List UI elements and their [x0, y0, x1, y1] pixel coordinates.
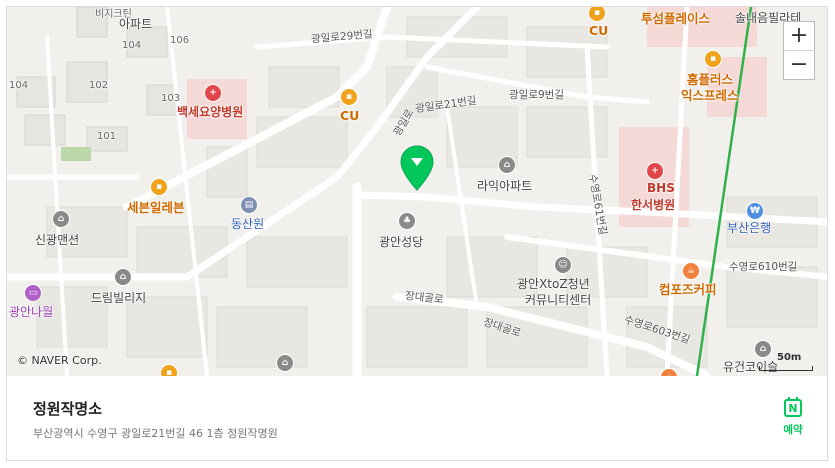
convenience-store-icon[interactable]: ▪ [161, 365, 177, 376]
convenience-store-icon[interactable]: ▪ [151, 179, 167, 195]
poi-raik[interactable]: 라익아파트 [477, 177, 532, 194]
poi-dongsan[interactable]: 동산원 [231, 215, 264, 232]
hospital-icon[interactable]: + [205, 85, 221, 101]
cafe-icon[interactable]: ☕ [683, 263, 699, 279]
map-view[interactable]: 비지크틴 아파트 104 106 104 102 103 101 광일로29번길… [7, 7, 827, 376]
building-101: 101 [97, 131, 117, 142]
place-address: 부산광역시 수영구 광일로21번길 46 1층 정원작명원 [33, 427, 278, 440]
road-label-suyeong610: 수영로610번길 [729, 261, 798, 273]
poi-sebon[interactable]: 세븐일레븐 [127, 197, 185, 216]
hospital-icon[interactable]: + [647, 163, 663, 179]
zoom-out-button[interactable]: − [784, 51, 814, 79]
poi-bhs-1[interactable]: BHS [647, 181, 675, 195]
apt-label: 아파트 [119, 17, 153, 31]
community-icon[interactable]: ☺ [555, 257, 571, 273]
poi-gwangan-church[interactable]: 광안성당 [379, 233, 423, 250]
scale-bar [759, 366, 813, 371]
zoom-in-button[interactable]: + [784, 22, 814, 50]
poi-homeplus-2[interactable]: 익스프레스 [681, 85, 739, 104]
bank-icon[interactable]: ₩ [747, 203, 763, 219]
poi-baekse[interactable]: 백세요양병원 [177, 103, 243, 120]
apartment-icon[interactable]: ⌂ [115, 269, 131, 285]
poi-cu-2[interactable]: CU [589, 23, 608, 38]
apartment-icon[interactable]: ⌂ [53, 211, 69, 227]
place-info-panel: 정원작명소 부산광역시 수영구 광일로21번길 46 1층 정원작명원 N 예약 [7, 376, 827, 460]
apartment-icon[interactable]: ⌂ [755, 341, 771, 357]
poi-sin-mansion[interactable]: 신광맨션 [35, 231, 79, 248]
poi-dream[interactable]: 드림빌리지 [91, 289, 146, 306]
lodging-icon[interactable]: ▭ [25, 285, 41, 301]
reserve-button[interactable]: N 예약 [780, 397, 806, 437]
apartment-icon[interactable]: ⌂ [499, 157, 515, 173]
naver-n-icon: N [784, 397, 802, 417]
map-copyright: © NAVER Corp. [17, 354, 102, 367]
building-104: 104 [122, 40, 142, 51]
poi-busan-bank[interactable]: 부산은행 [727, 219, 771, 236]
building-104b: 104 [9, 80, 29, 91]
poi-gwangan-na[interactable]: 광안나월 [9, 303, 53, 320]
scale-label: 50m [777, 352, 802, 363]
poi-bhs-2[interactable]: 한서병원 [631, 196, 675, 213]
zoom-controls: + − [783, 21, 815, 80]
apartment-icon[interactable]: ⌂ [277, 355, 293, 371]
poi-youth-1[interactable]: 광안XtoZ청년 [517, 275, 590, 292]
church-icon[interactable]: ♣ [399, 213, 415, 229]
shopping-icon[interactable]: ▪ [705, 51, 721, 67]
convenience-store-icon[interactable]: ▪ [341, 89, 357, 105]
map-place-card: 비지크틴 아파트 104 106 104 102 103 101 광일로29번길… [6, 6, 828, 461]
place-name[interactable]: 정원작명소 [33, 398, 102, 419]
road-label-gwangil9: 광일로9번길 [509, 89, 564, 101]
selected-place-marker-icon[interactable] [400, 145, 434, 191]
reserve-label: 예약 [783, 424, 803, 436]
building-106: 106 [170, 35, 190, 46]
building-icon[interactable]: ▤ [241, 197, 257, 213]
poi-tuseom[interactable]: 투섬플레이스 [641, 8, 710, 27]
poi-youth-2[interactable]: 커뮤니티센터 [525, 291, 591, 308]
poi-compose[interactable]: 컴포즈커피 [659, 279, 717, 298]
poi-cu-1[interactable]: CU [340, 108, 359, 123]
building-102: 102 [89, 80, 109, 91]
